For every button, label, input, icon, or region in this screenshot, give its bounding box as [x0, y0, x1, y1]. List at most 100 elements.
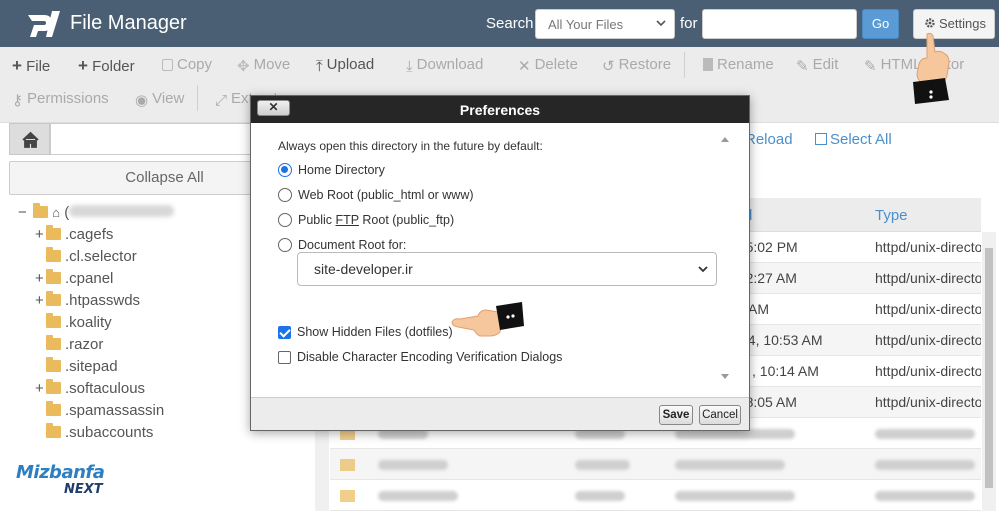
delete-label: Delete	[534, 56, 578, 73]
download-button[interactable]: ⤓ Download	[406, 56, 483, 75]
cell-modified: 24, 10:53 AM	[740, 332, 823, 348]
home-icon	[22, 131, 39, 148]
search-scope-value: All Your Files	[548, 17, 624, 32]
tree-item[interactable]: + .htpasswds	[35, 291, 140, 314]
dialog-scrollbar[interactable]	[718, 133, 732, 383]
cell-modified: AM	[748, 301, 769, 317]
column-header-type[interactable]: Type	[875, 207, 908, 224]
expand-toggle[interactable]: +	[35, 380, 46, 397]
search-scope-select[interactable]: All Your Files	[535, 9, 675, 39]
rename-button[interactable]: Rename	[703, 56, 774, 73]
radio-label: Root (public_ftp)	[358, 213, 455, 227]
cell-type: httpd/unix-directory	[875, 332, 981, 348]
radio-label: Home Directory	[298, 163, 385, 177]
radio-document-root[interactable]: Document Root for:	[278, 238, 406, 252]
expand-toggle[interactable]: +	[35, 270, 46, 287]
document-root-select[interactable]: site-developer.ir	[297, 252, 717, 286]
scrollbar-thumb[interactable]	[985, 248, 993, 488]
pointing-hand-icon	[451, 302, 524, 337]
tree-item[interactable]: .sitepad	[35, 357, 118, 380]
disable-encoding-dialogs-checkbox[interactable]: Disable Character Encoding Verification …	[278, 350, 562, 364]
move-button[interactable]: ✥ Move	[237, 56, 290, 75]
tree-item[interactable]: .subaccounts	[35, 423, 153, 446]
eye-icon: ◉	[135, 92, 149, 109]
pencil-icon: ✎	[796, 58, 809, 75]
gear-icon	[925, 18, 935, 28]
view-label: View	[152, 90, 185, 107]
new-file-button[interactable]: + File	[12, 56, 50, 76]
tree-item[interactable]: + .cpanel	[35, 269, 113, 292]
radio-icon[interactable]	[278, 213, 292, 227]
tree-scrollbar[interactable]	[315, 430, 329, 511]
scroll-down-arrow-icon[interactable]	[721, 374, 729, 379]
copy-button[interactable]: Copy	[162, 56, 212, 73]
brand-watermark: Mizbanfa NEXT	[16, 462, 105, 497]
reload-button[interactable]: Reload	[745, 131, 793, 148]
cell-modified: , 10:14 AM	[752, 363, 819, 379]
close-button[interactable]: ✕	[257, 100, 290, 116]
tree-item[interactable]: .koality	[35, 313, 112, 336]
delete-icon: ✕	[518, 58, 531, 75]
delete-button[interactable]: ✕ Delete	[518, 56, 578, 75]
tree-item-label: .sitepad	[65, 358, 118, 375]
tree-item[interactable]: + .softaculous	[35, 379, 146, 402]
show-hidden-files-checkbox[interactable]: Show Hidden Files (dotfiles)	[278, 325, 453, 339]
cancel-button[interactable]: Cancel	[699, 405, 741, 425]
radio-icon[interactable]	[278, 188, 292, 202]
dialog-footer: Save Cancel	[251, 397, 749, 430]
move-icon: ✥	[237, 58, 250, 75]
cell-type: httpd/unix-directory	[875, 270, 981, 286]
checkbox-checked-icon[interactable]	[278, 326, 291, 339]
upload-button[interactable]: ⤒ Upload	[316, 56, 374, 75]
expand-toggle[interactable]: +	[35, 226, 46, 243]
checkbox-label: Show Hidden Files (dotfiles)	[297, 325, 453, 339]
redacted-username	[69, 205, 175, 217]
checkbox-icon[interactable]	[278, 351, 291, 364]
tree-item[interactable]: .cl.selector	[35, 247, 137, 270]
edit-button[interactable]: ✎ Edit	[796, 56, 838, 75]
pointing-hand-icon	[913, 32, 950, 104]
chevron-down-icon	[698, 266, 708, 273]
table-row[interactable]	[330, 449, 981, 480]
cell-type: httpd/unix-directory	[875, 301, 981, 317]
new-folder-button[interactable]: + Folder	[78, 56, 135, 76]
radio-home-directory[interactable]: Home Directory	[278, 163, 385, 177]
expand-toggle[interactable]: +	[35, 292, 46, 309]
tree-item[interactable]: .spamassassin	[35, 401, 164, 424]
collapse-toggle[interactable]: −	[18, 204, 29, 221]
save-button[interactable]: Save	[659, 405, 693, 425]
tree-item-label: .koality	[65, 314, 112, 331]
radio-icon[interactable]	[278, 238, 292, 252]
folder-icon	[340, 490, 355, 502]
go-button[interactable]: Go	[862, 9, 899, 39]
permissions-button[interactable]: ⚷ Permissions	[12, 90, 109, 109]
file-pane-scrollbar[interactable]	[982, 232, 996, 511]
default-dir-intro: Always open this directory in the future…	[278, 139, 543, 153]
restore-button[interactable]: ↺ Restore	[602, 56, 671, 75]
table-row[interactable]	[330, 480, 981, 511]
folder-icon	[46, 401, 61, 416]
radio-label-abbr: FTP	[335, 213, 359, 227]
home-button[interactable]	[9, 123, 50, 155]
search-input[interactable]	[702, 9, 857, 39]
radio-web-root[interactable]: Web Root (public_html or www)	[278, 188, 474, 202]
radio-label: Document Root for:	[298, 238, 407, 252]
tree-item-label: .cagefs	[65, 226, 114, 243]
tree-item[interactable]: + .cagefs	[35, 225, 114, 248]
radio-selected-icon[interactable]	[278, 163, 292, 177]
tree-root[interactable]: − ⌂ (	[18, 203, 175, 226]
view-button[interactable]: ◉ View	[135, 90, 185, 109]
tree-item[interactable]: .razor	[35, 335, 103, 358]
folder-icon	[46, 379, 61, 394]
cell-type: httpd/unix-directory	[875, 363, 981, 379]
folder-icon	[46, 269, 61, 284]
select-all-label: Select All	[830, 131, 892, 148]
radio-public-ftp-root[interactable]: Public FTP Root (public_ftp)	[278, 213, 454, 227]
upload-icon: ⤒	[316, 58, 323, 75]
new-file-label: File	[26, 58, 51, 75]
tree-item-label: .softaculous	[65, 380, 146, 397]
dialog-body: Always open this directory in the future…	[251, 123, 749, 397]
select-all-button[interactable]: Select All	[815, 131, 892, 148]
scroll-up-arrow-icon[interactable]	[721, 137, 729, 142]
checkbox-label: Disable Character Encoding Verification …	[297, 350, 563, 364]
